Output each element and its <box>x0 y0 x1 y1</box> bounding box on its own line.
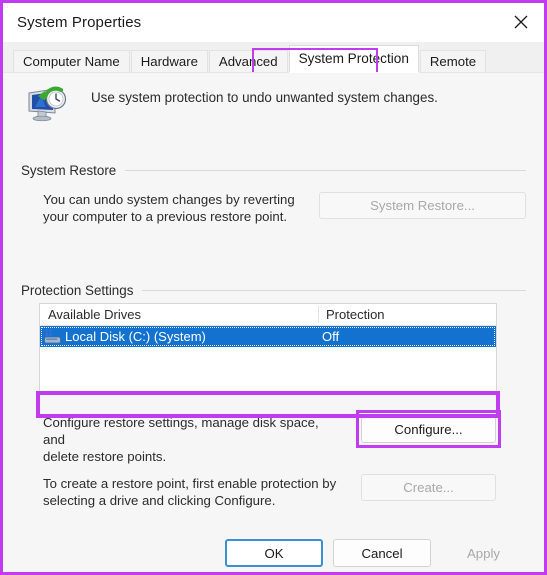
column-header-available-drives[interactable]: Available Drives <box>48 307 141 322</box>
system-protection-panel: Use system protection to undo unwanted s… <box>3 72 544 572</box>
configure-description: Configure restore settings, manage disk … <box>43 414 333 465</box>
close-icon <box>514 15 528 29</box>
panel-header: Use system protection to undo unwanted s… <box>25 85 438 127</box>
system-properties-dialog: System Properties Computer Name Hardware… <box>0 0 547 575</box>
ok-button[interactable]: OK <box>225 539 323 567</box>
table-row[interactable]: Local Disk (C:) (System) Off <box>40 326 496 347</box>
cell-protection-status: Off <box>322 329 340 344</box>
window-title: System Properties <box>17 14 142 31</box>
tab-list: Computer Name Hardware Advanced System P… <box>13 45 487 73</box>
system-restore-description: You can undo system changes by reverting… <box>43 191 318 225</box>
title-bar: System Properties <box>3 3 544 42</box>
column-header-protection[interactable]: Protection <box>326 307 385 322</box>
system-protection-icon <box>25 85 69 127</box>
configure-button[interactable]: Configure... <box>361 415 496 443</box>
system-restore-description-line1: You can undo system changes by reverting <box>43 192 295 207</box>
create-button[interactable]: Create... <box>361 474 496 501</box>
available-drives-list[interactable]: Available Drives Protection Local Disk (… <box>39 303 497 393</box>
cancel-button[interactable]: Cancel <box>333 539 431 567</box>
close-button[interactable] <box>498 3 544 41</box>
create-description-line1: To create a restore point, first enable … <box>43 476 337 491</box>
create-description-line2: selecting a drive and clicking Configure… <box>43 493 276 508</box>
tab-remote[interactable]: Remote <box>419 50 487 72</box>
group-divider <box>125 170 526 171</box>
tab-computer-name[interactable]: Computer Name <box>13 50 130 72</box>
configure-description-line1: Configure restore settings, manage disk … <box>43 415 319 447</box>
cell-drive-name: Local Disk (C:) (System) <box>65 329 206 344</box>
hard-drive-icon <box>44 328 61 345</box>
create-description: To create a restore point, first enable … <box>43 475 343 509</box>
group-divider <box>142 290 526 291</box>
system-restore-description-line2: your computer to a previous restore poin… <box>43 209 288 224</box>
group-label-protection-settings: Protection Settings <box>21 283 134 298</box>
list-header: Available Drives Protection <box>40 304 496 326</box>
group-protection-settings: Protection Settings <box>21 283 526 298</box>
tab-advanced[interactable]: Advanced <box>208 50 288 72</box>
group-system-restore: System Restore <box>21 163 526 178</box>
panel-header-text: Use system protection to undo unwanted s… <box>91 90 438 105</box>
tab-system-protection[interactable]: System Protection <box>288 45 420 73</box>
column-divider <box>318 306 319 323</box>
tab-hardware[interactable]: Hardware <box>130 50 208 72</box>
apply-button[interactable]: Apply <box>441 539 526 567</box>
system-restore-button[interactable]: System Restore... <box>319 192 526 219</box>
configure-description-line2: delete restore points. <box>43 449 167 464</box>
group-label-system-restore: System Restore <box>21 163 117 178</box>
tab-strip: Computer Name Hardware Advanced System P… <box>3 42 544 73</box>
